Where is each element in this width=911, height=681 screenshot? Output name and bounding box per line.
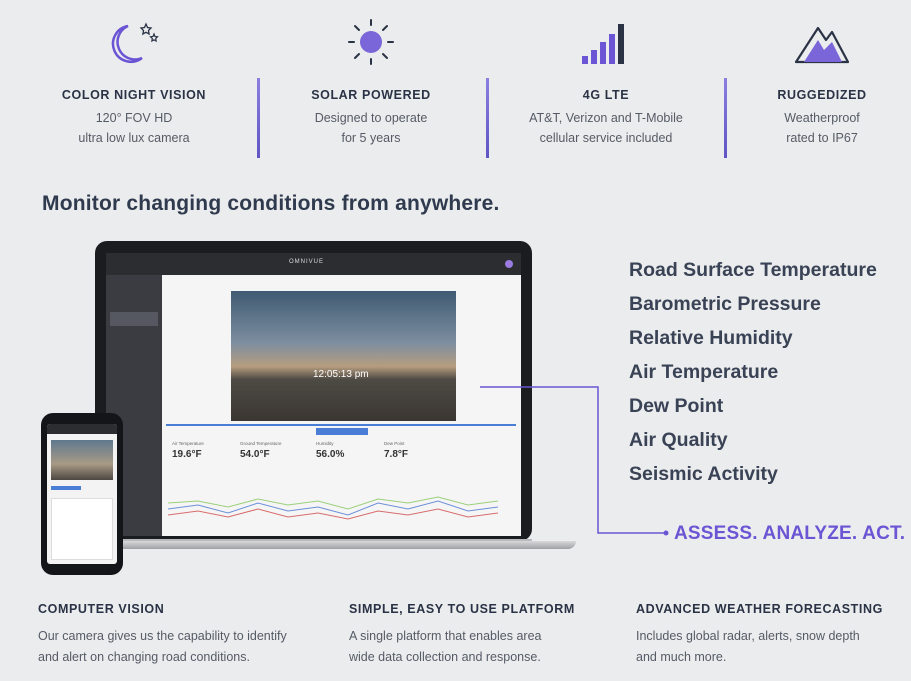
feature-line: AT&T, Verizon and T-Mobile — [529, 111, 683, 125]
footer-line: Includes global radar, alerts, snow dept… — [636, 629, 860, 643]
mountain-icon — [722, 18, 911, 66]
metric-item: Relative Humidity — [629, 327, 793, 349]
weather-graph — [168, 496, 499, 520]
user-avatar[interactable] — [505, 260, 513, 268]
feature-title: 4G LTE — [582, 88, 630, 102]
metric-item: Barometric Pressure — [629, 293, 821, 315]
laptop-screen: OMNIVUE 12:05:13 pm Air Temperature 19.6… — [106, 253, 521, 536]
playback-controls[interactable] — [316, 428, 368, 435]
cta-text: ASSESS. ANALYZE. ACT. — [674, 523, 906, 544]
feature-solar: SOLAR POWERED Designed to operate for 5 … — [271, 18, 471, 148]
phone-screen — [47, 424, 117, 564]
feature-night-vision: COLOR NIGHT VISION 120° FOV HD ultra low… — [34, 18, 234, 148]
metrics-list: Road Surface Temperature Barometric Pres… — [629, 256, 877, 494]
footer-title: COMPUTER VISION — [38, 602, 165, 616]
phone-camera-feed[interactable] — [51, 440, 113, 480]
feature-title: COLOR NIGHT VISION — [61, 88, 207, 102]
sidebar-item-active[interactable] — [110, 312, 158, 326]
footer-line: and alert on changing road conditions. — [38, 650, 250, 664]
feature-title: RUGGEDIZED — [777, 88, 867, 102]
reading-dew-point: Dew Point 7.8°F — [384, 441, 408, 460]
footer-line: A single platform that enables area — [349, 629, 542, 643]
feature-title: SOLAR POWERED — [311, 88, 431, 102]
reading-value: 54.0°F — [240, 449, 270, 460]
app-topbar: OMNIVUE — [106, 253, 521, 275]
sun-icon — [271, 18, 471, 66]
feature-line: for 5 years — [341, 131, 401, 145]
reading-label: Air Temperature — [172, 441, 204, 446]
sidebar-item[interactable] — [110, 346, 158, 360]
feature-line: ultra low lux camera — [78, 131, 190, 145]
feature-4g: 4G LTE AT&T, Verizon and T-Mobile cellul… — [506, 18, 706, 148]
footer-forecasting: ADVANCED WEATHER FORECASTING Includes gl… — [636, 602, 883, 668]
feature-line: cellular service included — [539, 131, 673, 145]
signal-bars-icon — [506, 18, 706, 66]
feature-line: 120° FOV HD — [95, 111, 173, 125]
camera-timestamp: 12:05:13 pm — [313, 369, 369, 380]
footer-line: and much more. — [636, 650, 727, 664]
reading-ground-temp: Ground Temperature 54.0°F — [240, 441, 281, 460]
sidebar-item[interactable] — [110, 329, 158, 343]
phone-readings — [51, 498, 113, 560]
metric-item: Dew Point — [629, 395, 724, 417]
sidebar-item[interactable] — [110, 295, 158, 309]
reading-air-temp: Air Temperature 19.6°F — [172, 441, 204, 460]
feature-line: Weatherproof — [784, 111, 860, 125]
moon-stars-icon — [34, 18, 234, 66]
metric-item: Road Surface Temperature — [629, 259, 877, 281]
footer-title: SIMPLE, EASY TO USE PLATFORM — [349, 602, 575, 616]
sidebar-item[interactable] — [110, 363, 158, 377]
feature-line: rated to IP67 — [786, 131, 858, 145]
divider — [486, 78, 489, 158]
footer-line: Our camera gives us the capability to id… — [38, 629, 287, 643]
footer-title: ADVANCED WEATHER FORECASTING — [636, 602, 883, 616]
metric-item: Air Temperature — [629, 361, 779, 383]
sidebar-item[interactable] — [110, 278, 158, 292]
divider — [257, 78, 260, 158]
reading-label: Humidity — [316, 441, 334, 446]
timeline-bar[interactable] — [166, 424, 516, 426]
metric-item: Seismic Activity — [629, 463, 778, 485]
feature-line: Designed to operate — [314, 111, 428, 125]
footer-platform: SIMPLE, EASY TO USE PLATFORM A single pl… — [349, 602, 575, 668]
feature-ruggedized: RUGGEDIZED Weatherproof rated to IP67 — [722, 18, 911, 148]
reading-value: 19.6°F — [172, 449, 202, 460]
metric-item: Air Quality — [629, 429, 728, 451]
camera-feed[interactable] — [231, 291, 456, 421]
reading-value: 7.8°F — [384, 449, 409, 460]
app-brand: OMNIVUE — [289, 259, 325, 265]
reading-label: Ground Temperature — [240, 441, 282, 446]
headline: Monitor changing conditions from anywher… — [42, 192, 500, 215]
reading-label: Dew Point — [384, 441, 405, 446]
reading-value: 56.0% — [316, 449, 345, 460]
reading-humidity: Humidity 56.0% — [316, 441, 344, 460]
footer-computer-vision: COMPUTER VISION Our camera gives us the … — [38, 602, 287, 668]
footer-line: wide data collection and response. — [349, 650, 541, 664]
